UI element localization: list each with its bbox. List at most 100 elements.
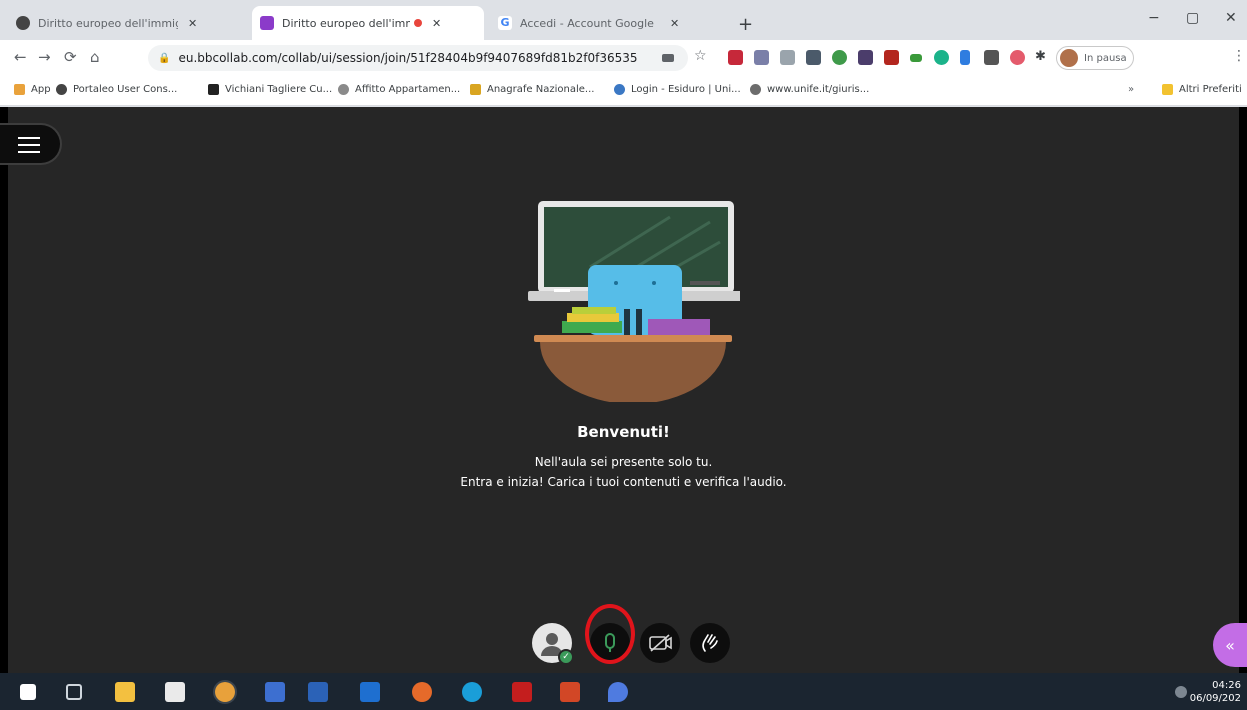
system-clock[interactable]: 04:26 06/09/202 bbox=[1190, 679, 1241, 705]
book-green bbox=[562, 321, 622, 333]
amazon-icon bbox=[208, 84, 219, 95]
welcome-message: Nell'aula sei presente solo tu. bbox=[534, 455, 713, 469]
dropbox-icon[interactable] bbox=[265, 682, 285, 702]
unife-icon bbox=[750, 84, 761, 95]
my-status-button[interactable]: ✓ bbox=[532, 623, 574, 665]
bookmark-apps[interactable]: App bbox=[14, 84, 51, 95]
maximize-button[interactable]: ▢ bbox=[1186, 10, 1199, 26]
chalk bbox=[554, 289, 570, 292]
new-tab-button[interactable]: + bbox=[738, 14, 753, 35]
profile-button[interactable]: In pausa bbox=[1056, 46, 1134, 70]
raise-hand-icon bbox=[702, 634, 718, 652]
extension-r-icon[interactable] bbox=[728, 50, 743, 65]
firefox-icon[interactable] bbox=[412, 682, 432, 702]
browser-toolbar: ← → ⟳ ⌂ 🔒 eu.bbcollab.com/collab/ui/sess… bbox=[0, 40, 1247, 76]
address-bar[interactable]: 🔒 eu.bbcollab.com/collab/ui/session/join… bbox=[148, 45, 688, 71]
extension-pocket-icon[interactable] bbox=[754, 50, 769, 65]
highlight-annotation bbox=[585, 604, 635, 664]
camera-off-icon bbox=[649, 634, 672, 652]
camera-button[interactable] bbox=[640, 623, 680, 663]
bookmark-vichiani[interactable]: Vichiani Tagliere Cu... bbox=[208, 84, 332, 95]
bookmark-unife[interactable]: www.unife.it/giuris... bbox=[750, 84, 869, 95]
session-menu-button[interactable] bbox=[0, 123, 62, 165]
menu-icon bbox=[18, 137, 40, 139]
file-explorer-icon[interactable] bbox=[115, 682, 135, 702]
empty-classroom-illustration bbox=[528, 201, 740, 402]
chevron-left-icon: « bbox=[1225, 635, 1235, 655]
extension-pdf-icon[interactable] bbox=[884, 50, 899, 65]
airbnb-icon bbox=[338, 84, 349, 95]
session-stage: Benvenuti! Nell'aula sei presente solo t… bbox=[0, 107, 1247, 673]
close-tab-icon[interactable]: ✕ bbox=[432, 17, 441, 30]
windows-start-icon[interactable] bbox=[20, 684, 36, 700]
extensions-puzzle-icon[interactable]: ✱ bbox=[1035, 49, 1046, 64]
stage-edge-right bbox=[1239, 107, 1247, 673]
extension-pen-icon[interactable] bbox=[960, 50, 970, 65]
extension-pink-icon[interactable] bbox=[1010, 50, 1025, 65]
extension-shield-icon[interactable] bbox=[858, 50, 873, 65]
folder-icon bbox=[1162, 84, 1173, 95]
edge-icon[interactable] bbox=[462, 682, 482, 702]
close-tab-icon[interactable]: ✕ bbox=[670, 17, 679, 30]
outlook-icon[interactable] bbox=[308, 682, 328, 702]
bookmark-login[interactable]: Login - Esiduro | Uni... bbox=[614, 84, 741, 95]
bookmark-other-folder[interactable]: Altri Preferiti bbox=[1162, 84, 1242, 95]
camera-indicator-icon[interactable] bbox=[662, 54, 674, 62]
minimize-button[interactable]: − bbox=[1148, 10, 1160, 26]
book-purple bbox=[648, 319, 710, 335]
tab-diritto-europeo-1[interactable]: Diritto europeo dell'immigrazio ✕ bbox=[8, 6, 244, 40]
available-status-icon: ✓ bbox=[558, 649, 574, 665]
forward-button[interactable]: → bbox=[38, 48, 51, 66]
extension-doc-icon[interactable] bbox=[780, 50, 795, 65]
bookmarks-bar: App Portaleo User Cons... Vichiani Tagli… bbox=[0, 76, 1247, 106]
open-panel-button[interactable]: « bbox=[1213, 623, 1247, 667]
paint-icon[interactable] bbox=[608, 682, 628, 702]
close-window-button[interactable]: ✕ bbox=[1225, 10, 1237, 26]
extension-check-icon[interactable] bbox=[910, 54, 922, 62]
recording-indicator-icon bbox=[414, 19, 422, 27]
bookmarks-overflow-icon[interactable]: » bbox=[1128, 84, 1134, 95]
back-button[interactable]: ← bbox=[14, 48, 27, 66]
bookmark-star-icon[interactable]: ☆ bbox=[694, 48, 707, 64]
google-icon: G bbox=[498, 16, 512, 30]
login-icon bbox=[614, 84, 625, 95]
extension-box-icon[interactable] bbox=[806, 50, 821, 65]
tab-diritto-europeo-2[interactable]: Diritto europeo dell'immigra ✕ bbox=[252, 6, 484, 40]
screen: Diritto europeo dell'immigrazio ✕ Diritt… bbox=[0, 0, 1247, 710]
calendar-app-icon[interactable] bbox=[360, 682, 380, 702]
stage-edge-left bbox=[0, 107, 8, 673]
eraser bbox=[690, 281, 720, 285]
store-icon[interactable] bbox=[165, 682, 185, 702]
collab-icon bbox=[260, 16, 274, 30]
globe-icon bbox=[56, 84, 67, 95]
welcome-title: Benvenuti! bbox=[577, 423, 670, 441]
welcome-instructions: Entra e inizia! Carica i tuoi contenuti … bbox=[460, 475, 787, 489]
desk-top bbox=[534, 335, 732, 342]
extension-grid-icon[interactable] bbox=[984, 50, 999, 65]
bookmark-anagrafe[interactable]: Anagrafe Nazionale... bbox=[470, 84, 594, 95]
globe-icon bbox=[16, 16, 30, 30]
close-tab-icon[interactable]: ✕ bbox=[188, 17, 197, 30]
raise-hand-button[interactable] bbox=[690, 623, 730, 663]
avatar bbox=[1060, 49, 1078, 67]
acrobat-icon[interactable] bbox=[512, 682, 532, 702]
task-view-icon[interactable] bbox=[66, 684, 82, 700]
book-lime bbox=[572, 307, 616, 314]
apps-grid-icon bbox=[14, 84, 25, 95]
browser-tab-strip: Diritto europeo dell'immigrazio ✕ Diritt… bbox=[0, 0, 1247, 40]
windows-taskbar: 04:26 06/09/202 bbox=[0, 673, 1247, 710]
bookmark-portaleo[interactable]: Portaleo User Cons... bbox=[56, 84, 177, 95]
reload-button[interactable]: ⟳ bbox=[64, 48, 77, 66]
tab-google-account[interactable]: G Accedi - Account Google ✕ bbox=[490, 6, 726, 40]
bookmark-affitto[interactable]: Affitto Appartamen... bbox=[338, 84, 460, 95]
powerpoint-icon[interactable] bbox=[560, 682, 580, 702]
extension-green-icon[interactable] bbox=[832, 50, 847, 65]
network-icon[interactable] bbox=[1175, 686, 1187, 698]
lock-icon: 🔒 bbox=[158, 52, 171, 64]
book-yellow bbox=[567, 313, 619, 322]
chrome-icon[interactable] bbox=[213, 680, 237, 704]
browser-menu-icon[interactable]: ⋮ bbox=[1232, 48, 1246, 64]
extension-grammarly-icon[interactable] bbox=[934, 50, 949, 65]
home-button[interactable]: ⌂ bbox=[90, 48, 100, 66]
desk-body bbox=[540, 342, 726, 402]
